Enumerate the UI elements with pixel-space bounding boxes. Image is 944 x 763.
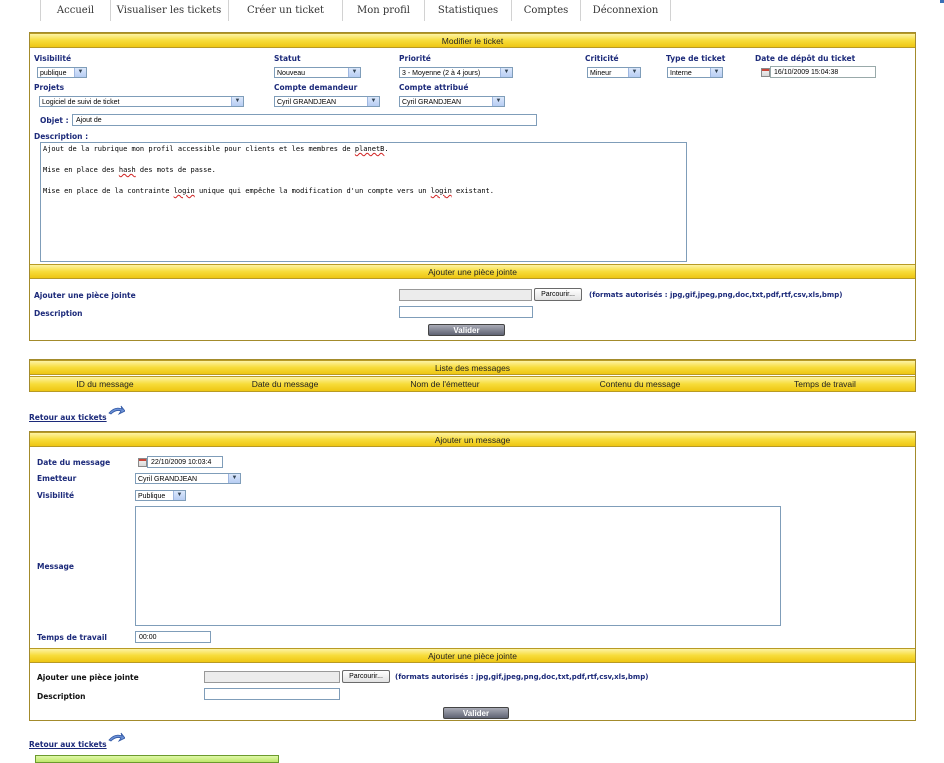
visibilite-select[interactable]: publique ▼: [37, 67, 87, 78]
chevron-down-icon: ▼: [231, 97, 243, 106]
attach2-file-label: Ajouter une pièce jointe: [37, 673, 139, 682]
visibilite-label: Visibilité: [34, 54, 72, 63]
attach2-file-path[interactable]: [204, 671, 340, 683]
chevron-down-icon: ▼: [492, 97, 504, 106]
chevron-down-icon: ▼: [628, 68, 640, 77]
edit-ticket-title: Modifier le ticket: [30, 33, 915, 48]
compte-attribue-label: Compte attribué: [399, 83, 469, 92]
description-line-2: Mise en place des hash des mots de passe…: [43, 166, 216, 174]
chevron-down-icon: ▼: [500, 68, 512, 77]
date-message-input[interactable]: 22/10/2009 10:03:4: [147, 456, 223, 468]
type-ticket-label: Type de ticket: [666, 54, 726, 63]
attach1-submit-button[interactable]: Valider: [428, 324, 505, 336]
chevron-down-icon: ▼: [348, 68, 360, 77]
col-contenu: Contenu du message: [599, 379, 681, 389]
col-temps-travail: Temps de travail: [794, 379, 856, 389]
nav-comptes[interactable]: Comptes: [512, 0, 581, 21]
priorite-select[interactable]: 3 - Moyenne (2 à 4 jours) ▼: [399, 67, 513, 78]
col-id-message: ID du message: [76, 379, 134, 389]
description-line-1: Ajout de la rubrique mon profil accessib…: [43, 145, 389, 153]
date-depot-label: Date de dépôt du ticket: [755, 54, 856, 63]
date-depot-input[interactable]: 16/10/2009 15:04:38: [770, 66, 876, 78]
back-arrow-icon[interactable]: [107, 732, 125, 746]
status-message-box: [35, 755, 279, 763]
back-to-tickets-link[interactable]: Retour aux tickets: [29, 413, 107, 422]
objet-label: Objet :: [40, 116, 69, 125]
attach1-description-label: Description: [34, 309, 83, 318]
nav-accueil[interactable]: Accueil: [40, 0, 111, 21]
chevron-down-icon: ▼: [367, 97, 379, 106]
nav-visualiser-tickets[interactable]: Visualiser les tickets: [110, 0, 229, 21]
col-emetteur: Nom de l'émetteur: [410, 379, 480, 389]
compte-attribue-select[interactable]: Cyril GRANDJEAN ▼: [399, 96, 505, 107]
attach2-title: Ajouter une pièce jointe: [30, 648, 915, 663]
attach2-submit-button[interactable]: Valider: [443, 707, 509, 719]
edit-ticket-panel: Modifier le ticket Visibilité publique ▼ …: [29, 32, 916, 341]
attach2-browse-button[interactable]: Parcourir...: [342, 670, 390, 683]
messages-header-row: ID du message Date du message Nom de l'é…: [30, 376, 915, 392]
nav-deconnexion[interactable]: Déconnexion: [581, 0, 671, 21]
attach2-formats: (formats autorisés : jpg,gif,jpeg,png,do…: [395, 673, 649, 681]
message-textarea[interactable]: [135, 506, 781, 626]
col-date-message: Date du message: [251, 379, 319, 389]
add-message-panel: Ajouter un message Date du message 22/10…: [29, 431, 916, 721]
messages-list-panel: Liste des messages ID du message Date du…: [29, 359, 916, 392]
emetteur-select[interactable]: Cyril GRANDJEAN ▼: [135, 473, 241, 484]
criticite-label: Criticité: [585, 54, 619, 63]
nav-statistiques[interactable]: Statistiques: [425, 0, 512, 21]
chevron-down-icon: ▼: [173, 491, 185, 500]
projets-select[interactable]: Logiciel de suivi de ticket ▼: [39, 96, 244, 107]
nav-mon-profil[interactable]: Mon profil: [343, 0, 425, 21]
messages-list-title: Liste des messages: [30, 360, 915, 375]
add-message-title: Ajouter un message: [30, 432, 915, 447]
chevron-down-icon: ▼: [228, 474, 240, 483]
description-textarea[interactable]: [40, 142, 687, 262]
attach1-description-input[interactable]: [399, 306, 533, 318]
description-line-3: Mise en place de la contrainte login uni…: [43, 187, 494, 195]
priorite-label: Priorité: [399, 54, 431, 63]
calendar-icon[interactable]: [761, 68, 770, 77]
visibilite-message-label: Visibilité: [37, 491, 75, 500]
window-edge-accent: [940, 0, 944, 3]
attach2-description-label: Description: [37, 692, 86, 701]
emetteur-label: Emetteur: [37, 474, 77, 483]
statut-label: Statut: [274, 54, 301, 63]
message-label: Message: [37, 562, 74, 571]
visibilite-message-select[interactable]: Publique ▼: [135, 490, 186, 501]
temps-travail-label: Temps de travail: [37, 633, 107, 642]
compte-demandeur-label: Compte demandeur: [274, 83, 358, 92]
objet-input[interactable]: Ajout de: [72, 114, 537, 126]
temps-travail-input[interactable]: 00:00: [135, 631, 211, 643]
date-message-label: Date du message: [37, 458, 111, 467]
chevron-down-icon: ▼: [74, 68, 86, 77]
criticite-select[interactable]: Mineur ▼: [587, 67, 641, 78]
attach1-title: Ajouter une pièce jointe: [30, 264, 915, 279]
type-ticket-select[interactable]: Interne ▼: [667, 67, 723, 78]
compte-demandeur-select[interactable]: Cyril GRANDJEAN ▼: [274, 96, 380, 107]
back-arrow-icon[interactable]: [107, 405, 125, 419]
nav-creer-ticket[interactable]: Créer un ticket: [229, 0, 343, 21]
back-to-tickets-link-bottom[interactable]: Retour aux tickets: [29, 740, 107, 749]
calendar-icon[interactable]: [138, 458, 147, 467]
attach1-file-path[interactable]: [399, 289, 532, 301]
projets-label: Projets: [34, 83, 65, 92]
statut-select[interactable]: Nouveau ▼: [274, 67, 361, 78]
attach2-description-input[interactable]: [204, 688, 340, 700]
attach1-file-label: Ajouter une pièce jointe: [34, 291, 136, 300]
chevron-down-icon: ▼: [710, 68, 722, 77]
attach1-formats: (formats autorisés : jpg,gif,jpeg,png,do…: [589, 291, 843, 299]
description-label: Description :: [34, 132, 89, 141]
attach1-browse-button[interactable]: Parcourir...: [534, 288, 582, 301]
